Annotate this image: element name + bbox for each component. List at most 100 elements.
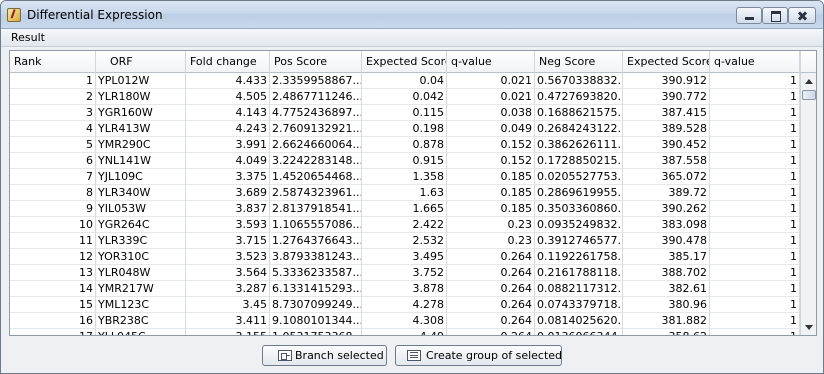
table-row[interactable]: 2 YLR180W 4.505 2.4867711246... 0.042 0.021 0.…	[10, 89, 800, 105]
title-bar[interactable]: Differential Expression	[1, 1, 823, 29]
java-app-icon	[7, 8, 21, 22]
column-header[interactable]: q-value	[447, 51, 535, 73]
table-cell: 1	[10, 73, 96, 89]
scroll-down-icon[interactable]	[805, 325, 813, 330]
table-cell: 3.45	[186, 297, 270, 313]
table-cell: 3.375	[186, 169, 270, 185]
column-header[interactable]: Neg Score	[535, 51, 623, 73]
column-header[interactable]: ORF	[96, 51, 186, 73]
table-cell: 4.143	[186, 105, 270, 121]
branch-icon	[278, 350, 292, 361]
table-row[interactable]: 9 YIL053W 3.837 2.8137918541... 1.665 0.185 0.…	[10, 201, 800, 217]
table-cell: 3.523	[186, 249, 270, 265]
table-cell: 0.152	[447, 153, 535, 169]
table-cell: 0.264	[447, 297, 535, 313]
table-cell: 1.63	[362, 185, 447, 201]
column-header[interactable]: Pos Score	[270, 51, 362, 73]
vertical-scrollbar[interactable]	[800, 73, 816, 335]
table-cell: 1	[710, 185, 800, 201]
table-row[interactable]: 12 YOR310C 3.523 3.8793381243... 3.495 0.264 0…	[10, 249, 800, 265]
table-cell: 1	[710, 89, 800, 105]
table-cell: 3.287	[186, 281, 270, 297]
table-cell: 0.2161788118...	[535, 265, 623, 281]
branch-selected-button[interactable]: Branch selected	[262, 345, 387, 366]
create-group-button[interactable]: Create group of selected	[395, 345, 562, 366]
table-cell: 1	[710, 217, 800, 233]
table-row[interactable]: 15 YML123C 3.45 8.7307099249... 4.278 0.264 0.…	[10, 297, 800, 313]
table-cell: 3.564	[186, 265, 270, 281]
column-header[interactable]: Rank	[10, 51, 96, 73]
maximize-button[interactable]	[762, 7, 788, 24]
create-group-label: Create group of selected	[426, 349, 563, 362]
table-cell: 0.185	[447, 201, 535, 217]
table-cell: YLL045C	[96, 329, 186, 335]
table-cell: 1	[710, 73, 800, 89]
table-cell: YOR310C	[96, 249, 186, 265]
table-cell: 3.689	[186, 185, 270, 201]
column-header[interactable]: q-value	[710, 51, 800, 73]
table-cell: 0.2684243122...	[535, 121, 623, 137]
table-cell: 1	[710, 153, 800, 169]
table-row[interactable]: 3 YGR160W 4.143 4.7752436897... 0.115 0.038 0.…	[10, 105, 800, 121]
table-row[interactable]: 4 YLR413W 4.243 2.7609132921... 0.198 0.049 0.…	[10, 121, 800, 137]
table-cell: 0.021	[447, 89, 535, 105]
table-row[interactable]: 8 YLR340W 3.689 2.5874323961... 1.63 0.185 0.2…	[10, 185, 800, 201]
table-row[interactable]: 1 YPL012W 4.433 2.3359958867... 0.04 0.021 0.5…	[10, 73, 800, 89]
table-cell: 4	[10, 121, 96, 137]
menu-result[interactable]: Result	[7, 31, 49, 44]
table-cell: 5	[10, 137, 96, 153]
table-cell: 383.098	[623, 217, 710, 233]
table-cell: 1.1065557086...	[270, 217, 362, 233]
table-cell: 3.878	[362, 281, 447, 297]
table-row[interactable]: 14 YMR217W 3.287 6.1331415293... 3.878 0.264 0…	[10, 281, 800, 297]
table-body: 1 YPL012W 4.433 2.3359958867... 0.04 0.021 0.5…	[10, 73, 800, 335]
table-cell: 0.4727693820...	[535, 89, 623, 105]
minimize-button[interactable]	[736, 7, 762, 24]
table-row[interactable]: 16 YBR238C 3.411 9.1080101344... 4.308 0.264 0…	[10, 313, 800, 329]
table-cell: 3.991	[186, 137, 270, 153]
table-cell: YLR413W	[96, 121, 186, 137]
table-cell: 1	[710, 313, 800, 329]
scroll-thumb[interactable]	[802, 90, 816, 100]
table-cell: 1	[710, 233, 800, 249]
scroll-up-icon[interactable]	[805, 79, 813, 84]
table-row[interactable]: 10 YGR264C 3.593 1.1065557086... 2.422 0.23 0.…	[10, 217, 800, 233]
table-cell: 1	[710, 281, 800, 297]
table-cell: 4.505	[186, 89, 270, 105]
table-cell: 0.021	[447, 73, 535, 89]
table-cell: 12	[10, 249, 96, 265]
table-row[interactable]: 5 YMR290C 3.991 2.6624660064... 0.878 0.152 0.…	[10, 137, 800, 153]
table-cell: 1	[710, 169, 800, 185]
column-header[interactable]: Expected Score	[362, 51, 447, 73]
table-row[interactable]: 13 YLR048W 3.564 5.3336233587... 3.752 0.264 0…	[10, 265, 800, 281]
table-cell: 0.049	[447, 121, 535, 137]
table-cell: 387.415	[623, 105, 710, 121]
table-cell: 0.0205527753...	[535, 169, 623, 185]
table-cell: 1	[710, 137, 800, 153]
table-cell: 0.1688621575...	[535, 105, 623, 121]
table-row[interactable]: 17YLL045C3.1551.0531753368...4.490.2640.…	[10, 329, 800, 335]
table-cell: 0.915	[362, 153, 447, 169]
table-row[interactable]: 11 YLR339C 3.715 1.2764376643... 2.532 0.23 0.…	[10, 233, 800, 249]
table-cell: 0.2869619955...	[535, 185, 623, 201]
table-cell: 0.264	[447, 265, 535, 281]
table-cell: 0.185	[447, 185, 535, 201]
column-header[interactable]: Expected Score	[623, 51, 710, 73]
table-cell: YIL053W	[96, 201, 186, 217]
close-button[interactable]	[788, 7, 816, 24]
table-cell: 390.772	[623, 89, 710, 105]
window-title: Differential Expression	[27, 8, 163, 22]
table-cell: 1	[710, 105, 800, 121]
table-cell: 0.1192261758...	[535, 249, 623, 265]
branch-selected-label: Branch selected	[295, 349, 384, 362]
table-cell: 3.593	[186, 217, 270, 233]
table-row[interactable]: 7 YJL109C 3.375 1.4520654468... 1.358 0.185 0.…	[10, 169, 800, 185]
table-cell: YNL141W	[96, 153, 186, 169]
table-cell: 0.264	[447, 249, 535, 265]
table-cell: 389.72	[623, 185, 710, 201]
table-cell: 6.1331415293...	[270, 281, 362, 297]
table-row[interactable]: 6 YNL141W 4.049 3.2242283148... 0.915 0.152 0.…	[10, 153, 800, 169]
table-cell: 0.264	[447, 329, 535, 335]
column-header[interactable]: Fold change	[186, 51, 270, 73]
table-cell: 1.0531753368...	[270, 329, 362, 335]
